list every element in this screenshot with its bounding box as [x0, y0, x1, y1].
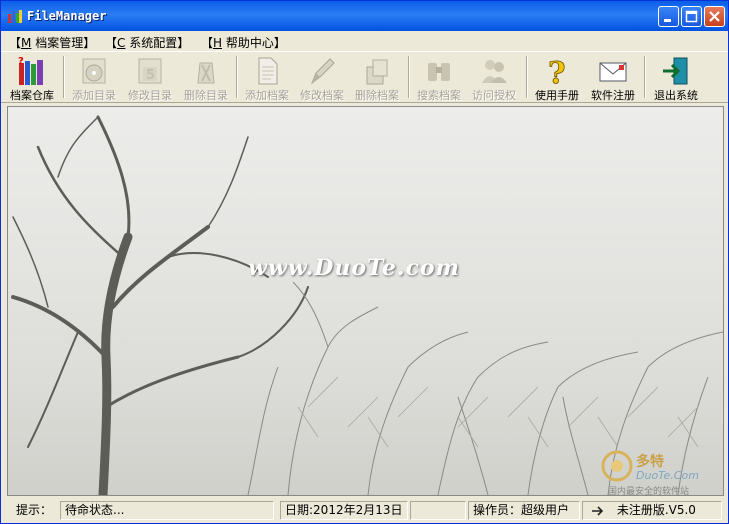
tool-label: 添加档案	[245, 89, 289, 102]
app-icon	[8, 10, 22, 23]
add-catalog-icon	[82, 58, 106, 84]
menu-accel-key: H	[213, 36, 223, 50]
menu-file-management[interactable]: 【M 档案管理】	[9, 34, 95, 51]
status-version-pane: 未注册版.V5.0	[582, 501, 722, 520]
menu-system-config[interactable]: 【C 系统配置】	[105, 34, 189, 51]
status-state: 待命状态...	[60, 501, 274, 520]
edit-catalog-button[interactable]: 5 修改目录	[123, 54, 177, 102]
snowy-trees-image	[11, 115, 723, 495]
logo-en-text: DuoTe.Com	[636, 469, 699, 482]
menu-bar: 【M 档案管理】 【C 系统配置】 【H 帮助中心】	[1, 31, 728, 52]
tool-label: 软件注册	[591, 89, 635, 102]
user-manual-button[interactable]: ? 使用手册	[530, 54, 584, 102]
toolbar-separator	[408, 56, 410, 98]
menu-accel-key: M	[21, 36, 32, 50]
window-title: FileManager	[27, 9, 107, 23]
status-version: 未注册版.V5.0	[616, 503, 696, 517]
delete-file-icon	[366, 59, 388, 85]
tool-label: 使用手册	[535, 89, 579, 102]
toolbar-separator	[526, 56, 528, 98]
tool-label: 修改目录	[128, 89, 172, 102]
software-register-button[interactable]: 软件注册	[585, 54, 641, 102]
exit-system-button[interactable]: 退出系统	[648, 54, 704, 102]
toolbar-separator	[644, 56, 646, 98]
svg-text:?: ?	[18, 56, 24, 67]
delete-file-button[interactable]: 删除档案	[350, 54, 404, 102]
menu-label: 帮助中心	[225, 36, 274, 50]
tool-label: 删除目录	[184, 89, 228, 102]
delete-catalog-button[interactable]: 删除目录	[179, 54, 233, 102]
close-icon	[709, 11, 720, 22]
access-users-icon	[482, 60, 507, 83]
close-button[interactable]	[704, 6, 725, 27]
tool-label: 退出系统	[654, 89, 698, 102]
register-envelope-icon	[599, 62, 627, 82]
edit-catalog-icon: 5	[138, 58, 162, 84]
logo-cn-text: 多特	[636, 454, 664, 470]
delete-catalog-icon	[197, 62, 215, 84]
status-operator: 操作员：超级用户	[468, 501, 580, 520]
minimize-button[interactable]	[658, 6, 679, 27]
toolbar-separator	[63, 56, 65, 98]
menu-label: 档案管理	[35, 36, 84, 50]
minimize-icon	[664, 19, 671, 22]
tool-label: 删除档案	[355, 89, 399, 102]
status-hint-label: 提示：	[16, 503, 53, 517]
svg-text:5: 5	[146, 68, 155, 83]
tool-label: 添加目录	[72, 89, 116, 102]
svg-text:?: ?	[548, 56, 566, 87]
site-logo: 多特 DuoTe.Com 国内最安全的软件站	[600, 447, 723, 496]
access-authorization-button[interactable]: 访问授权	[467, 54, 521, 102]
menu-accel-key: C	[117, 36, 126, 50]
add-file-button[interactable]: 添加档案	[240, 54, 294, 102]
toolbar: ? 档案仓库 添加目录 5 修改目录 删除目录 添加档案 修改档案 删除档案 搜…	[1, 52, 728, 103]
watermark-text: www.DuoTe.com	[248, 255, 460, 281]
arrow-right-icon	[592, 505, 604, 516]
status-spacer	[410, 501, 466, 520]
help-question-icon: ?	[548, 56, 566, 87]
maximize-button[interactable]	[681, 6, 702, 27]
maximize-icon	[685, 10, 698, 23]
search-file-button[interactable]: 搜索档案	[412, 54, 466, 102]
tool-label: 档案仓库	[10, 89, 54, 102]
title-bar[interactable]: FileManager	[1, 1, 728, 31]
edit-file-button[interactable]: 修改档案	[295, 54, 349, 102]
tool-label: 访问授权	[472, 89, 516, 102]
add-file-icon	[258, 57, 278, 85]
status-date: 日期:2012年2月13日	[280, 501, 408, 520]
edit-file-icon	[310, 58, 335, 85]
logo-emblem-icon	[601, 450, 633, 482]
archive-warehouse-button[interactable]: ? 档案仓库	[5, 54, 59, 102]
archive-warehouse-icon: ?	[18, 56, 43, 85]
tool-label: 搜索档案	[417, 89, 461, 102]
binoculars-icon	[428, 63, 450, 81]
menu-label: 系统配置	[129, 36, 178, 50]
workspace-background: www.DuoTe.com 多特 DuoTe.Com 国内最安全的软件站	[7, 106, 724, 496]
app-window: FileManager 【M 档案管理】 【C 系统配置】 【H 帮助中心】 ?…	[0, 0, 729, 524]
exit-door-icon	[663, 57, 688, 85]
add-catalog-button[interactable]: 添加目录	[67, 54, 121, 102]
tool-label: 修改档案	[300, 89, 344, 102]
menu-help-center[interactable]: 【H 帮助中心】	[201, 34, 286, 51]
status-bar: 提示： 待命状态... 日期:2012年2月13日 操作员：超级用户 未注册版.…	[1, 499, 728, 523]
logo-tagline: 国内最安全的软件站	[608, 487, 690, 496]
toolbar-separator	[236, 56, 238, 98]
